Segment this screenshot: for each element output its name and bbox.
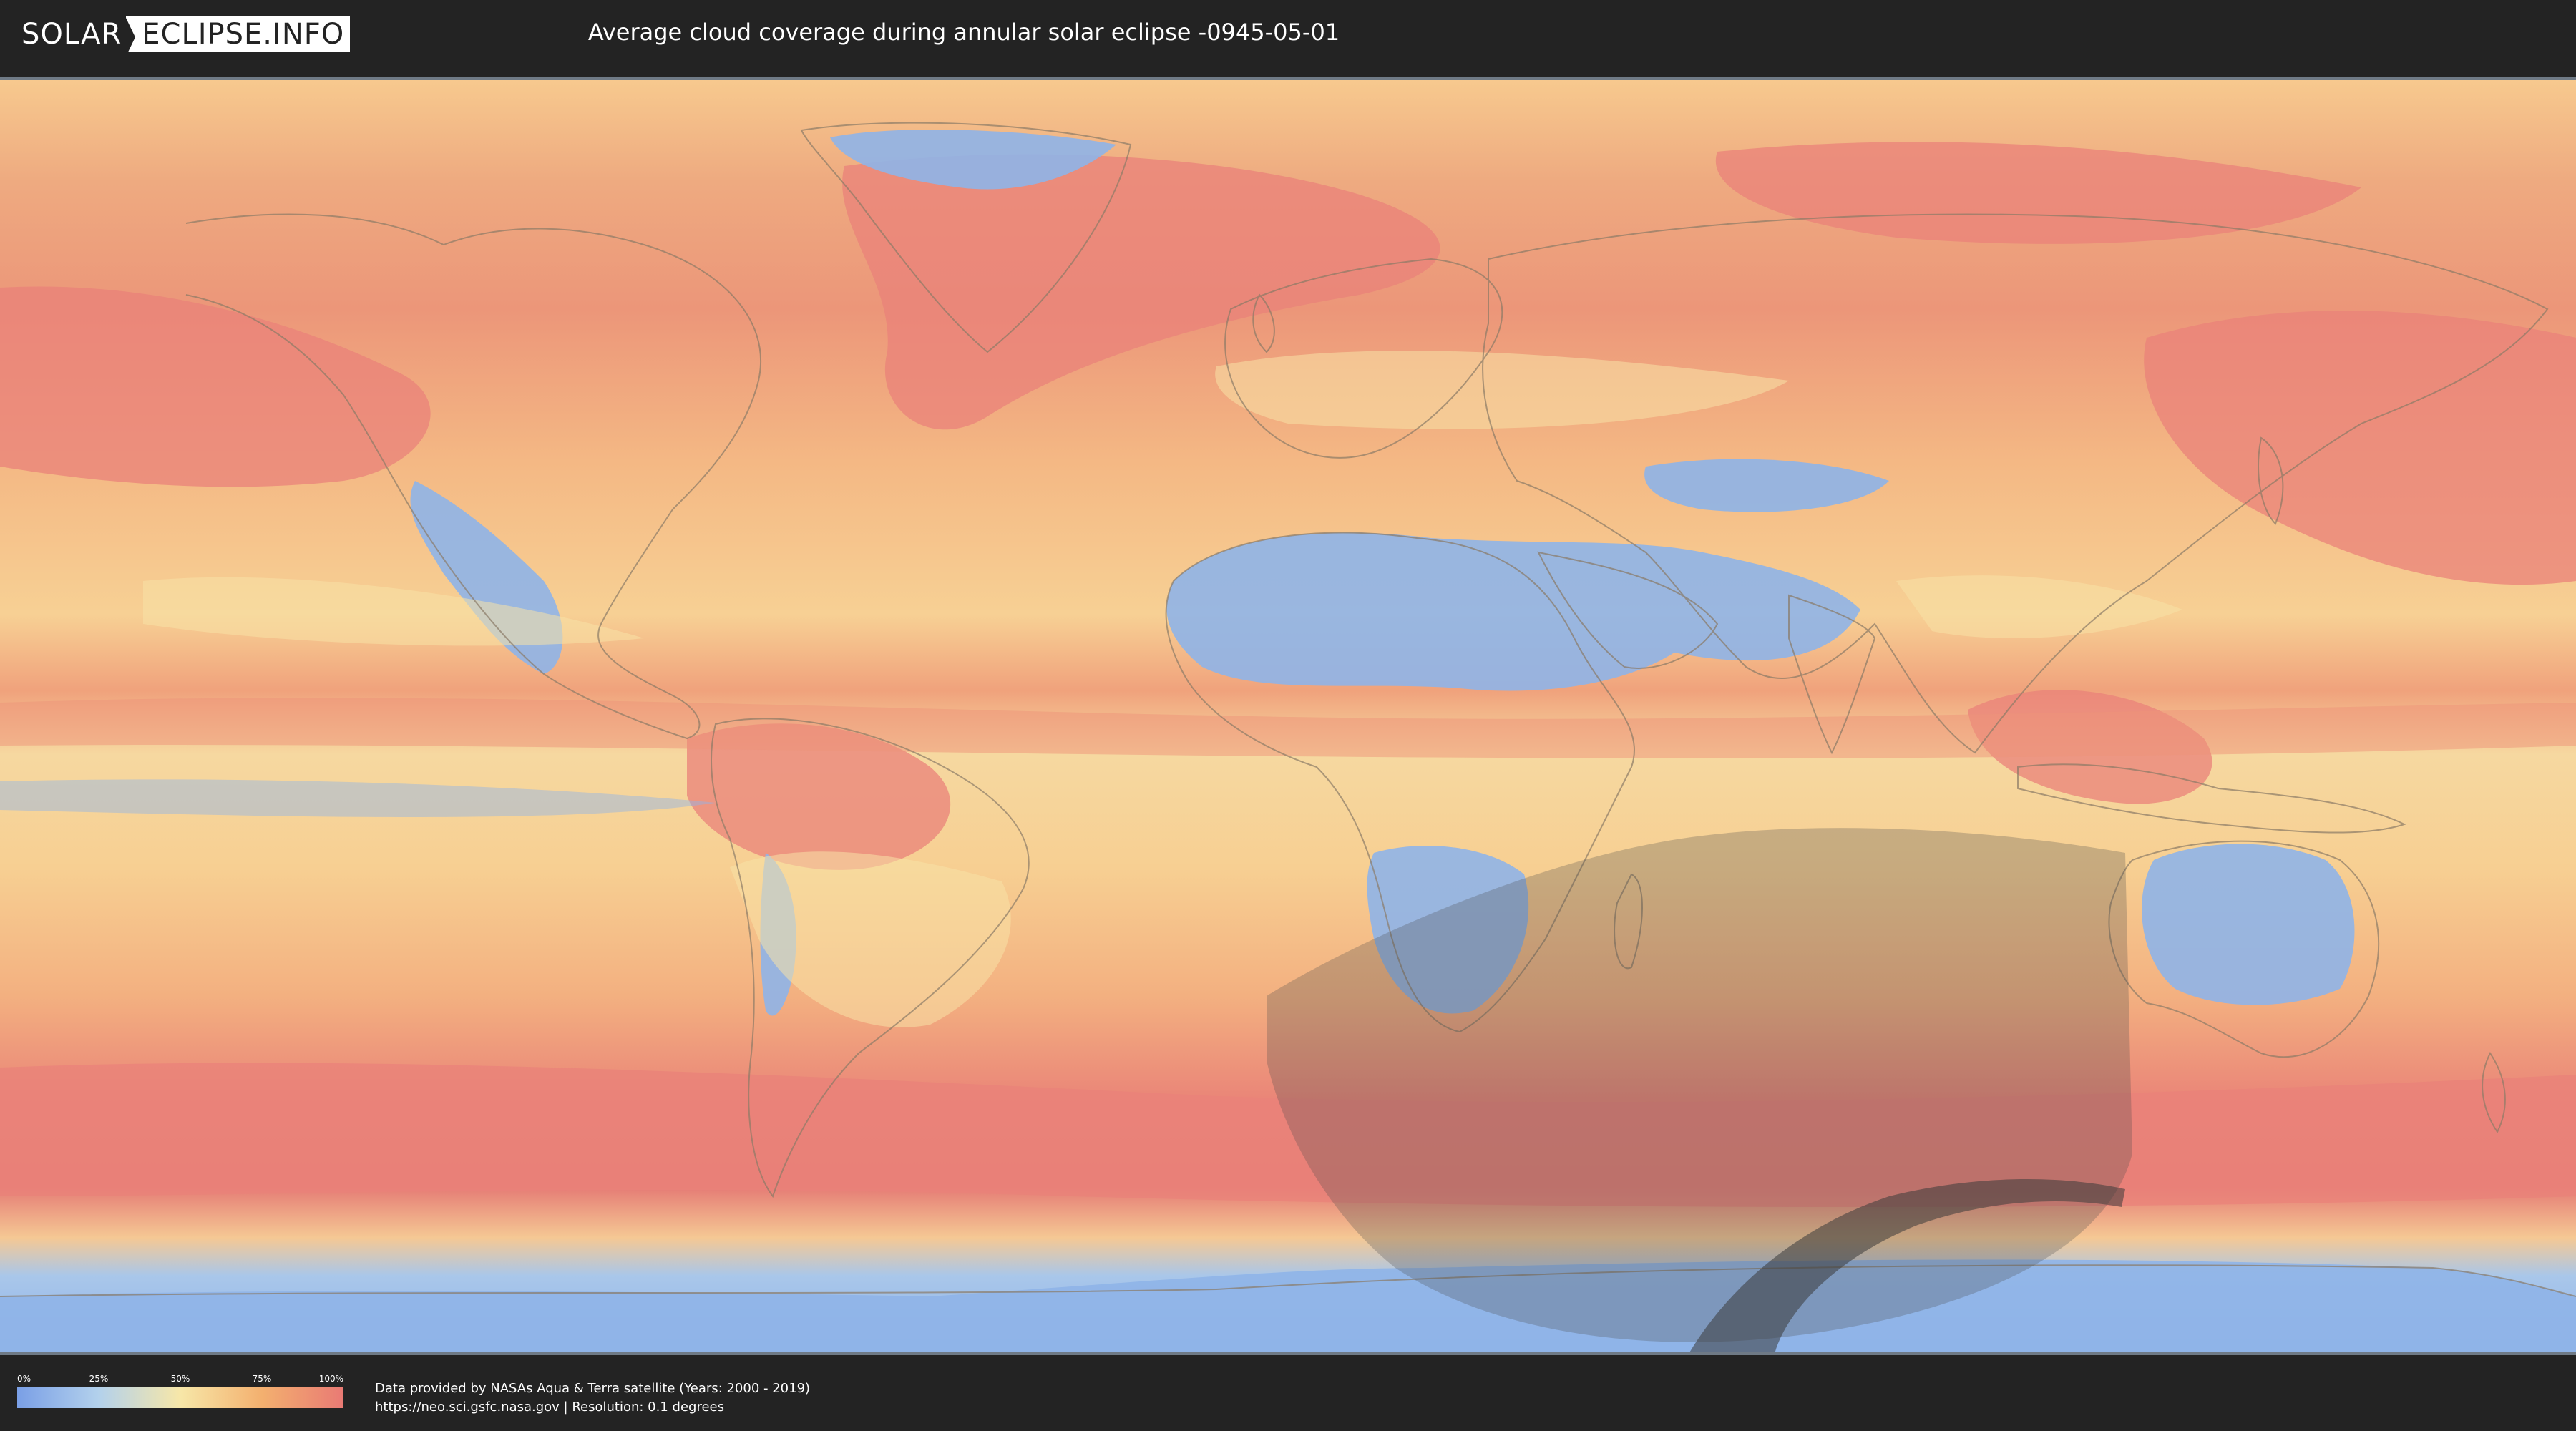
legend-ticks: 0% 25% 50% 75% 100% [17,1374,343,1387]
legend-tick-100: 100% [318,1374,343,1384]
page: SOLAR ECLIPSE.INFO Average cloud coverag… [0,0,2576,1431]
data-source-line: Data provided by NASAs Aqua & Terra sate… [375,1381,811,1396]
header: SOLAR ECLIPSE.INFO Average cloud coverag… [0,0,2576,72]
data-source-info: Data provided by NASAs Aqua & Terra sate… [375,1379,810,1417]
footer: 0% 25% 50% 75% 100% Data provided by NAS… [0,1355,2576,1431]
legend-gradient-bar [17,1387,343,1408]
legend-tick-50: 50% [170,1374,190,1384]
map-canvas [0,80,2576,1352]
legend-tick-75: 75% [252,1374,272,1384]
color-legend: 0% 25% 50% 75% 100% [17,1374,343,1408]
legend-tick-0: 0% [17,1374,31,1384]
data-source-url-line[interactable]: https://neo.sci.gsfc.nasa.gov | Resoluti… [375,1398,810,1417]
page-title: Average cloud coverage during annular so… [587,19,1340,46]
legend-tick-25: 25% [89,1374,109,1384]
cloud-coverage-map[interactable] [0,77,2576,1355]
